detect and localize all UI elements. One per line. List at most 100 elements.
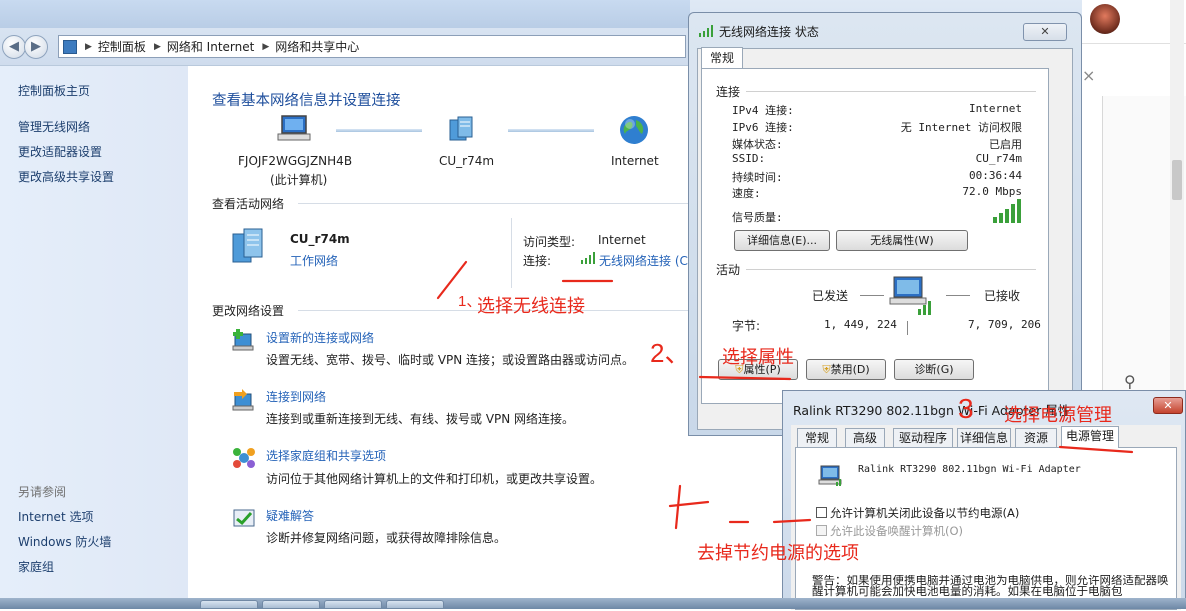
tab-resources[interactable]: 资源: [1015, 428, 1057, 448]
active-network-name: CU_r74m: [290, 232, 350, 246]
scrollbar[interactable]: [1170, 0, 1184, 390]
chevron-right-icon: ▶: [153, 41, 161, 52]
access-type-value: Internet: [598, 233, 646, 247]
signal-icon: [698, 25, 714, 40]
adapter-properties-dialog: Ralink RT3290 802.11bgn Wi-Fi Adapter 属性…: [782, 390, 1186, 610]
allow-wake-label: 允许此设备唤醒计算机(O): [830, 524, 964, 538]
windows-firewall-link[interactable]: Windows 防火墙: [18, 533, 111, 550]
homegroup-sharing-link[interactable]: 选择家庭组和共享选项: [266, 447, 386, 464]
internet-label[interactable]: Internet: [611, 154, 659, 168]
close-button[interactable]: ✕: [1153, 397, 1183, 414]
received-label: 已接收: [984, 289, 1021, 303]
disable-button-label: 禁用(D): [830, 363, 870, 376]
details-button[interactable]: 详细信息(E)...: [734, 230, 830, 251]
breadcrumb-network-internet[interactable]: 网络和 Internet: [167, 38, 254, 55]
search-icon[interactable]: ⚲: [1124, 372, 1152, 391]
divider: [746, 91, 1036, 92]
network-type-link[interactable]: 工作网络: [290, 252, 338, 269]
signal-quality-label: 信号质量:: [732, 211, 783, 224]
setup-connection-link[interactable]: 设置新的连接或网络: [266, 329, 374, 346]
computer-name: FJOJF2WGGJZNH4B: [238, 154, 353, 168]
address-bar[interactable]: ▶ 控制面板 ▶ 网络和 Internet ▶ 网络和共享中心: [58, 35, 686, 58]
background-window: × ⚲: [1082, 0, 1186, 391]
task-description: 诊断并修复网络问题，或获得故障排除信息。: [266, 531, 507, 545]
avatar[interactable]: [1090, 4, 1120, 34]
device-name: Ralink RT3290 802.11bgn Wi-Fi Adapter: [858, 464, 1081, 475]
close-icon: ✕: [1040, 25, 1050, 38]
change-adapter-link[interactable]: 更改适配器设置: [18, 143, 102, 160]
advanced-sharing-link[interactable]: 更改高级共享设置: [18, 168, 114, 185]
task-description: 访问位于其他网络计算机上的文件和打印机，或更改共享设置。: [266, 472, 603, 486]
tab-advanced[interactable]: 高级: [845, 428, 885, 448]
new-connection-icon: [232, 328, 256, 355]
taskbar-button[interactable]: [324, 600, 382, 609]
ssid-value: CU_r74m: [975, 152, 1022, 165]
main-content: 查看基本网络信息并设置连接 FJOJF2WGGJZNH4B (此计算机) CU_…: [188, 66, 688, 609]
annotation-2-text: 选择属性: [722, 347, 794, 367]
task-description: 设置无线、宽带、拨号、临时或 VPN 连接；或设置路由器或访问点。: [266, 353, 635, 367]
see-also-title: 另请参阅: [18, 485, 67, 499]
computer-icon: [276, 114, 312, 147]
media-state-value: 已启用: [989, 138, 1022, 151]
ipv6-label: IPv6 连接:: [732, 121, 794, 134]
wireless-connection-link[interactable]: 无线网络连接 (C: [599, 252, 688, 269]
active-networks-title: 查看活动网络: [212, 197, 285, 211]
ssid-label: SSID:: [732, 152, 766, 165]
allow-wake-checkbox: [816, 525, 827, 536]
connection-group-label: 连接: [716, 85, 741, 99]
divider: [511, 218, 512, 288]
tab-general[interactable]: 常规: [701, 47, 743, 69]
divider: [298, 203, 688, 204]
sent-label: 已发送: [812, 289, 849, 303]
tab-details[interactable]: 详细信息: [957, 428, 1011, 448]
connect-to-network-link[interactable]: 连接到网络: [266, 388, 326, 405]
bytes-sent-value: 1, 449, 224: [824, 318, 897, 331]
duration-label: 持续时间:: [732, 171, 783, 184]
disable-button[interactable]: ⛨禁用(D): [806, 359, 886, 380]
speed-value: 72.0 Mbps: [962, 185, 1022, 198]
globe-icon: [618, 114, 650, 149]
tab-panel: Ralink RT3290 802.11bgn Wi-Fi Adapter 允许…: [795, 447, 1177, 610]
troubleshoot-icon: [232, 506, 256, 533]
taskbar-button[interactable]: [200, 600, 258, 609]
annotation-2-number: 2、: [650, 338, 691, 368]
chevron-right-icon: ▶: [262, 41, 270, 52]
manage-wireless-link[interactable]: 管理无线网络: [18, 118, 90, 135]
control-panel-home-link[interactable]: 控制面板主页: [18, 82, 90, 99]
access-type-label: 访问类型:: [523, 235, 576, 249]
shield-icon: ⛨: [822, 363, 831, 376]
network-icon: [446, 114, 476, 147]
left-pane: 控制面板主页 管理无线网络 更改适配器设置 更改高级共享设置 另请参阅 Inte…: [0, 66, 188, 609]
network-name: CU_r74m: [439, 154, 495, 168]
close-icon[interactable]: ×: [1082, 66, 1095, 85]
homegroup-link[interactable]: 家庭组: [18, 558, 54, 575]
taskbar-button[interactable]: [386, 600, 444, 609]
diagnose-button[interactable]: 诊断(G): [894, 359, 974, 380]
breadcrumb-control-panel[interactable]: 控制面板: [98, 38, 146, 55]
forward-button[interactable]: ▶: [24, 35, 48, 59]
breadcrumb-network-sharing-center[interactable]: 网络和共享中心: [275, 38, 359, 55]
taskbar-button[interactable]: [262, 600, 320, 609]
troubleshoot-link[interactable]: 疑难解答: [266, 507, 314, 524]
ipv4-value: Internet: [969, 102, 1022, 115]
bytes-label: 字节:: [732, 319, 761, 333]
tab-general[interactable]: 常规: [797, 428, 837, 448]
window-title-strip: [0, 0, 690, 28]
ipv6-value: 无 Internet 访问权限: [900, 121, 1022, 134]
tab-driver[interactable]: 驱动程序: [893, 428, 953, 448]
divider: [860, 295, 884, 296]
chevron-right-icon: ▶: [85, 41, 92, 52]
task-description: 连接到或重新连接到无线、有线、拨号或 VPN 网络连接。: [266, 412, 575, 426]
internet-options-link[interactable]: Internet 选项: [18, 508, 93, 525]
close-button[interactable]: ✕: [1023, 23, 1067, 41]
tab-power-management[interactable]: 电源管理: [1061, 426, 1119, 448]
annotation-3-number: 3: [958, 393, 974, 424]
computer-note: (此计算机): [270, 173, 328, 187]
allow-power-off-checkbox[interactable]: [816, 507, 827, 518]
dialog-title: 无线网络连接 状态: [719, 25, 819, 39]
change-settings-title: 更改网络设置: [212, 304, 285, 318]
ipv4-label: IPv4 连接:: [732, 104, 794, 117]
wireless-properties-button[interactable]: 无线属性(W): [836, 230, 968, 251]
work-network-icon: [230, 226, 266, 269]
back-button[interactable]: ◀: [2, 35, 26, 59]
